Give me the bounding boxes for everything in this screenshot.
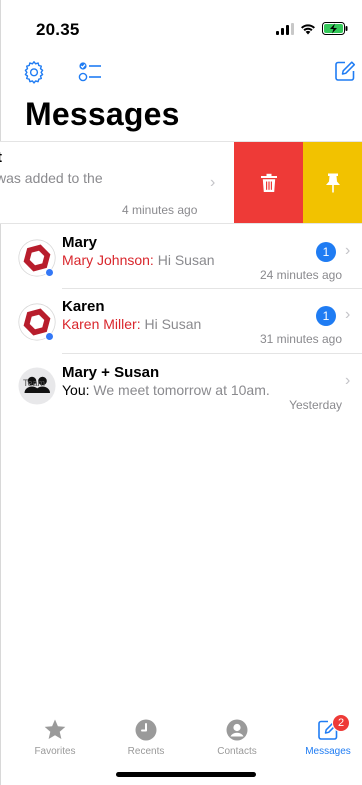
message-sender: Karen Miller: — [62, 316, 141, 332]
select-button[interactable] — [78, 60, 104, 86]
message-text: Hi Susan — [144, 316, 202, 332]
pin-button[interactable] — [303, 142, 362, 223]
message-text: We meet tomorrow at 10am. — [93, 382, 270, 398]
status-time: 20.35 — [36, 20, 80, 39]
avatar-label: Team — [23, 378, 46, 388]
tab-label: Contacts — [217, 746, 257, 757]
battery-charging-icon — [322, 22, 348, 35]
gear-icon — [24, 61, 44, 84]
conversation-row-mary[interactable]: Mary Mary Johnson: Hi Susan 1 › 24 minut… — [0, 234, 362, 299]
conversation-name: t — [0, 149, 2, 166]
wifi-icon — [301, 23, 315, 34]
clock-icon — [135, 719, 157, 741]
conversation-preview: You: We meet tomorrow at 10am. — [62, 382, 270, 398]
star-icon — [44, 719, 66, 739]
status-icons — [276, 22, 348, 35]
unread-badge: 1 — [316, 242, 336, 262]
tab-label: Messages — [305, 746, 351, 757]
delete-button[interactable] — [234, 142, 303, 223]
message-text: Hi Susan — [157, 252, 215, 268]
checklist-icon — [78, 62, 101, 82]
swiped-conversation-row[interactable]: t was added to the › 4 minutes ago — [0, 141, 362, 224]
conversation-time: 4 minutes ago — [122, 203, 198, 217]
chevron-right-icon: › — [345, 242, 351, 259]
tab-badge: 2 — [332, 714, 350, 732]
message-sender: Mary Johnson: — [62, 252, 154, 268]
page-title: Messages — [25, 96, 180, 132]
tab-contacts[interactable]: Contacts — [202, 712, 272, 762]
conversation-time: Yesterday — [289, 398, 342, 412]
tab-label: Recents — [127, 746, 165, 757]
swiped-row-content[interactable]: t was added to the › 4 minutes ago — [0, 142, 234, 223]
home-indicator — [116, 772, 256, 777]
pin-icon — [325, 173, 340, 193]
compose-button[interactable] — [334, 60, 360, 86]
online-status-dot — [45, 268, 54, 277]
trash-icon — [260, 173, 277, 192]
conversation-preview: Karen Miller: Hi Susan — [62, 316, 201, 332]
compose-icon — [335, 61, 356, 81]
conversation-row-team[interactable]: Mary + Susan You: We meet tomorrow at 10… — [0, 364, 362, 429]
tab-messages[interactable]: 2 Messages — [293, 712, 362, 762]
signal-icon — [276, 22, 294, 35]
unread-badge: 1 — [316, 306, 336, 326]
messages-screen: 20.35 Messages was added to the › 4 minu… — [0, 0, 362, 785]
status-bar: 20.35 — [0, 0, 362, 50]
row-divider — [62, 288, 362, 289]
conversation-name: Karen — [62, 298, 105, 315]
person-icon — [226, 719, 248, 741]
online-status-dot — [45, 332, 54, 341]
conversation-preview: was added to the — [0, 170, 103, 186]
chevron-right-icon: › — [210, 174, 216, 191]
conversation-preview: Mary Johnson: Hi Susan — [62, 252, 215, 268]
chevron-right-icon: › — [345, 372, 351, 389]
conversation-time: 31 minutes ago — [259, 332, 342, 346]
message-sender: You: — [62, 382, 90, 398]
conversation-name: Mary + Susan — [62, 364, 160, 381]
chevron-right-icon: › — [345, 306, 351, 323]
tab-favorites[interactable]: Favorites — [20, 712, 90, 762]
tab-label: Favorites — [34, 746, 76, 757]
conversation-time: 24 minutes ago — [259, 268, 342, 282]
tab-recents[interactable]: Recents — [111, 712, 181, 762]
row-divider — [62, 353, 362, 354]
settings-button[interactable] — [22, 60, 48, 86]
tab-bar: Favorites Recents Contacts 2 Messages — [0, 712, 362, 762]
conversation-name: Mary — [62, 234, 98, 251]
